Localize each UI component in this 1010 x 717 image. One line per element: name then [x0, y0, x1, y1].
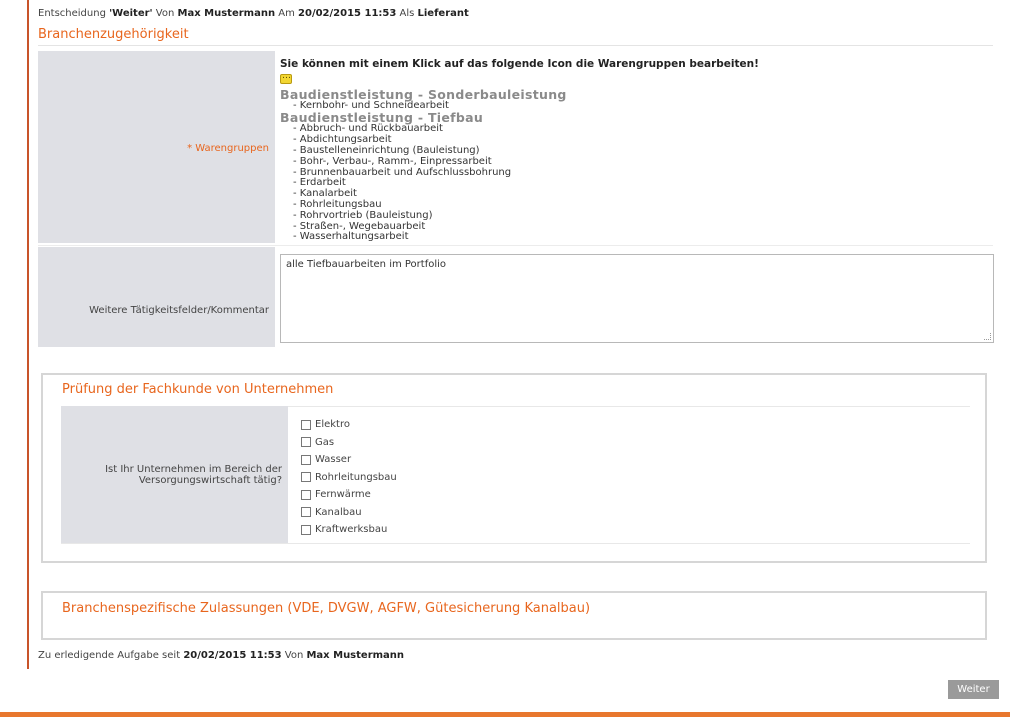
decision-prefix: Entscheidung: [38, 8, 110, 19]
warengruppe-item: - Rohrvortrieb (Bauleistung): [293, 209, 433, 221]
warengruppe-group-title: Baudienstleistung - Sonderbauleistung: [280, 86, 567, 102]
warengruppe-item: - Brunnenbauarbeit und Aufschlussbohrung: [293, 166, 512, 178]
fachkunde-row-divider: [61, 543, 970, 544]
checkbox[interactable]: [301, 472, 311, 483]
edit-icon[interactable]: [280, 71, 292, 84]
decision-user: Max Mustermann: [177, 8, 276, 19]
todo-user: Max Mustermann: [306, 650, 405, 661]
row-divider: [38, 245, 993, 246]
checkbox-label[interactable]: Wasser: [315, 454, 351, 465]
checkbox[interactable]: [301, 489, 311, 500]
next-button[interactable]: Weiter: [948, 680, 999, 699]
checkbox[interactable]: [301, 419, 311, 430]
fachkunde-title: Prüfung der Fachkunde von Unternehmen: [62, 382, 334, 397]
checkbox-label[interactable]: Kanalbau: [315, 507, 362, 518]
comment-row: Weitere Tätigkeitsfelder/Kommentar alle …: [38, 247, 994, 347]
checkbox-row[interactable]: Fernwärme: [301, 486, 397, 504]
checkbox-label[interactable]: Gas: [315, 437, 334, 448]
fachkunde-box: Prüfung der Fachkunde von Unternehmen Is…: [41, 373, 987, 563]
fachkunde-label-cell: Ist Ihr Unternehmen im Bereich der Verso…: [61, 406, 288, 543]
todo-prefix: Zu erledigende Aufgabe seit: [38, 650, 184, 661]
decision-action: 'Weiter': [109, 8, 153, 19]
comment-value: alle Tiefbauarbeiten im Portfolio: [286, 259, 447, 270]
question-line-2: Versorgungswirtschaft tätig?: [138, 475, 282, 486]
todo-datetime: 20/02/2015 11:53: [183, 650, 282, 661]
bottom-accent-bar: [0, 712, 1010, 717]
comment-textarea[interactable]: alle Tiefbauarbeiten im Portfolio: [280, 254, 994, 343]
warengruppen-list: Baudienstleistung - Sonderbauleistung - K…: [280, 86, 759, 244]
checkbox-row[interactable]: Gas: [301, 434, 397, 452]
checkbox-row[interactable]: Kanalbau: [301, 504, 397, 522]
checkbox-row[interactable]: Wasser: [301, 451, 397, 469]
section-divider: [38, 45, 993, 46]
decision-by: Von: [152, 8, 178, 19]
checkbox-label[interactable]: Elektro: [315, 419, 350, 430]
zulassungen-title[interactable]: Branchenspezifische Zulassungen (VDE, DV…: [62, 601, 590, 616]
checkbox-label[interactable]: Kraftwerksbau: [315, 524, 387, 535]
warengruppen-row: * Warengruppen Sie können mit einem Klic…: [38, 51, 993, 243]
warengruppen-intro: Sie können mit einem Klick auf das folge…: [280, 58, 759, 70]
decision-datetime: 20/02/2015 11:53: [298, 8, 397, 19]
checkbox[interactable]: [301, 437, 311, 448]
checkbox-row[interactable]: Rohrleitungsbau: [301, 469, 397, 487]
checkbox-label[interactable]: Rohrleitungsbau: [315, 472, 397, 483]
question-line-1: Ist Ihr Unternehmen im Bereich der: [105, 464, 282, 475]
warengruppe-item: - Bohr-, Verbau-, Ramm-, Einpressarbeit: [293, 155, 492, 167]
warengruppen-label: * Warengruppen: [187, 143, 269, 154]
resize-grip-icon[interactable]: [984, 333, 991, 340]
fachkunde-question: Ist Ihr Unternehmen im Bereich der Verso…: [105, 464, 282, 486]
checkbox[interactable]: [301, 524, 311, 535]
decision-role: Lieferant: [417, 8, 469, 19]
zulassungen-box: Branchenspezifische Zulassungen (VDE, DV…: [41, 591, 987, 640]
checkbox-label[interactable]: Fernwärme: [315, 489, 371, 500]
checkbox-row[interactable]: Elektro: [301, 416, 397, 434]
todo-info: Zu erledigende Aufgabe seit 20/02/2015 1…: [38, 650, 404, 661]
decision-at: Am: [275, 8, 299, 19]
section-title: Branchenzugehörigkeit: [38, 27, 189, 42]
checkbox[interactable]: [301, 454, 311, 465]
comment-label: Weitere Tätigkeitsfelder/Kommentar: [89, 305, 269, 316]
warengruppen-label-text: Warengruppen: [195, 143, 269, 154]
comment-label-cell: Weitere Tätigkeitsfelder/Kommentar: [38, 247, 275, 347]
todo-by: Von: [281, 650, 307, 661]
left-accent-border: [27, 0, 29, 669]
checkbox-row[interactable]: Kraftwerksbau: [301, 521, 397, 539]
versorgung-checkbox-list: Elektro Gas Wasser Rohrleitungsbau Fernwärme…: [301, 416, 397, 539]
warengruppen-content: Sie können mit einem Klick auf das folge…: [280, 59, 759, 243]
warengruppen-label-cell: * Warengruppen: [38, 51, 275, 243]
warengruppe-item: - Wasserhaltungsarbeit: [293, 231, 409, 243]
checkbox[interactable]: [301, 507, 311, 518]
decision-info: Entscheidung 'Weiter' Von Max Mustermann…: [38, 8, 469, 19]
decision-as: Als: [396, 8, 418, 19]
